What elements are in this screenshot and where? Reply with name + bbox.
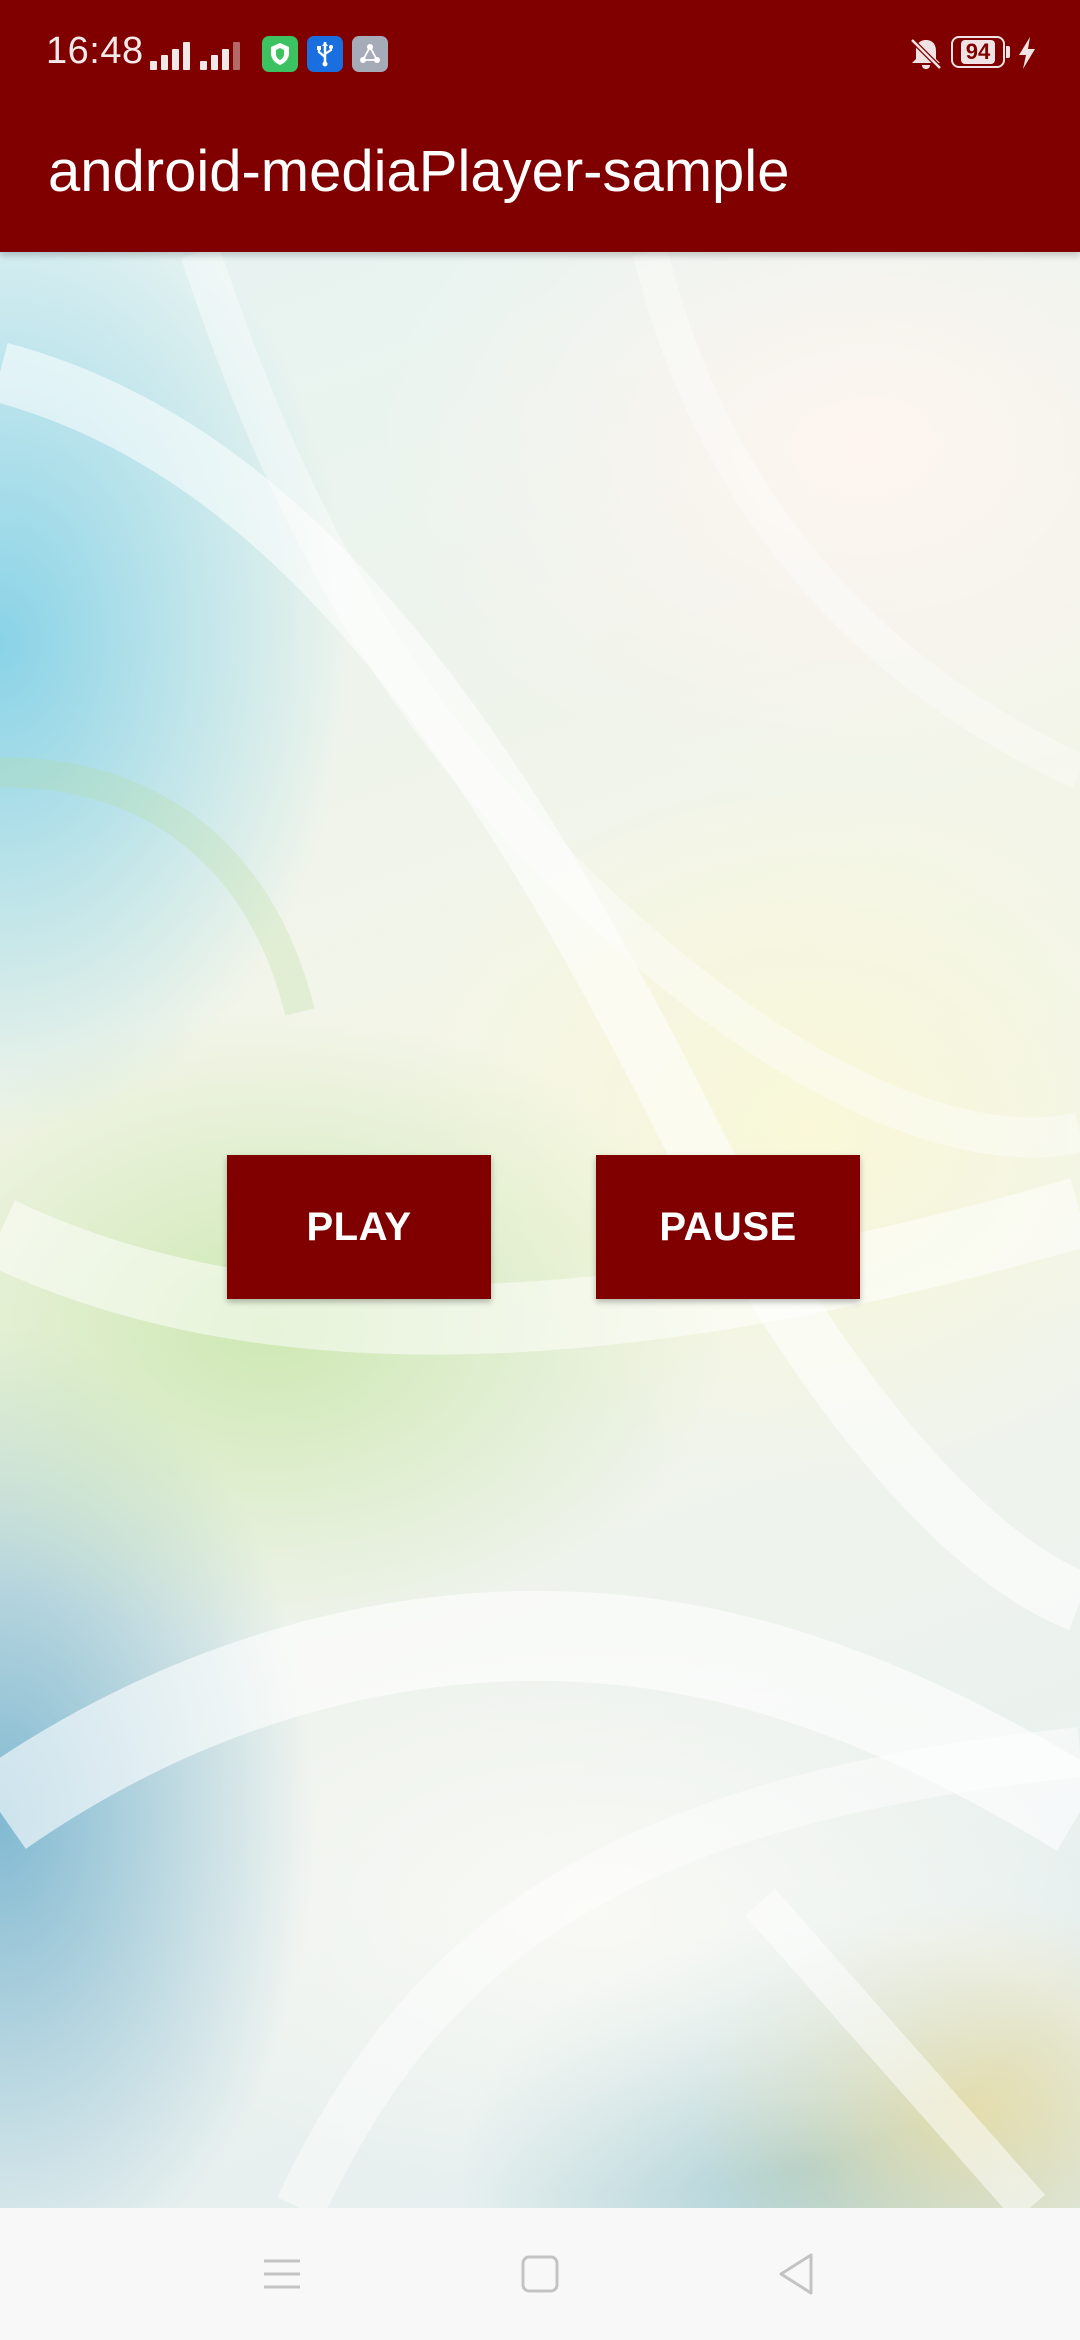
navigation-bar <box>0 2208 1080 2340</box>
status-time: 16:48 <box>46 30 144 72</box>
signal-icon <box>150 38 196 70</box>
menu-icon <box>264 2259 300 2289</box>
content-area: PLAY PAUSE <box>0 252 1080 2208</box>
screen: 16:48 94 android-mediaPlayer-sample PLAY… <box>0 0 1080 2340</box>
battery-level: 94 <box>960 40 996 64</box>
charging-icon <box>1019 37 1035 69</box>
back-icon <box>779 2253 813 2295</box>
background-image <box>0 252 1080 2208</box>
status-bar: 16:48 94 <box>0 0 1080 110</box>
app-bar: android-mediaPlayer-sample <box>0 110 1080 252</box>
app-title: android-mediaPlayer-sample <box>48 139 790 204</box>
shield-icon <box>262 36 298 72</box>
home-icon <box>521 2255 559 2293</box>
menu-nav-button[interactable] <box>252 2244 312 2304</box>
usb-icon <box>307 36 343 72</box>
share-icon <box>352 36 388 72</box>
play-button[interactable]: PLAY <box>227 1155 491 1299</box>
home-nav-button[interactable] <box>510 2244 570 2304</box>
bell-off-icon <box>910 38 942 70</box>
battery-icon: 94 <box>951 36 1005 68</box>
battery-tip <box>1006 46 1010 58</box>
back-nav-button[interactable] <box>766 2244 826 2304</box>
pause-button[interactable]: PAUSE <box>596 1155 860 1299</box>
signal-icon <box>200 38 246 70</box>
